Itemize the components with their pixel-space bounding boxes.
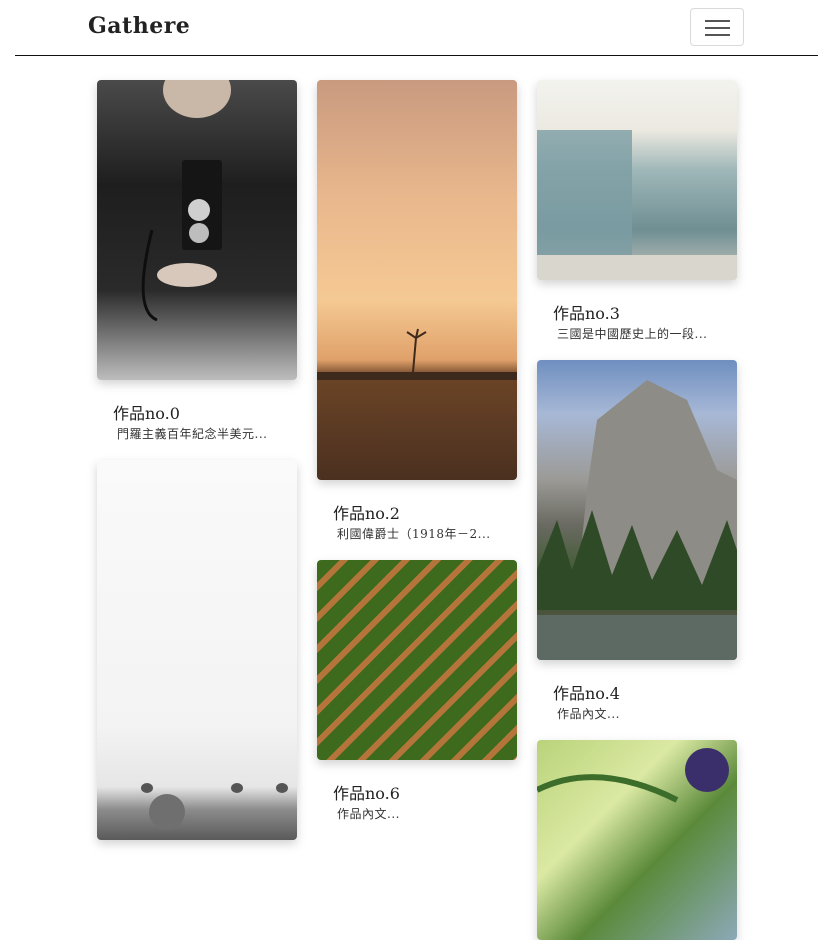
gallery-card-0[interactable]: 作品no.0 門羅主義百年紀念半美元... xyxy=(97,80,297,450)
card-description: 作品內文... xyxy=(557,707,620,721)
building-illustration xyxy=(537,130,737,280)
gallery-card-2[interactable]: 作品no.2 利國偉爵士（1918年－2... xyxy=(317,80,517,550)
card-title[interactable]: 作品no.6 xyxy=(333,780,400,804)
navbar-toggle-button[interactable] xyxy=(690,8,744,46)
hamburger-line xyxy=(705,27,730,29)
card-description: 作品內文... xyxy=(337,807,400,821)
card-description: 門羅主義百年紀念半美元... xyxy=(117,427,268,441)
palm-trees-illustration xyxy=(317,328,517,380)
crop-field-photo[interactable] xyxy=(317,560,517,760)
leaf-photo[interactable] xyxy=(537,740,737,940)
hay-bale-illustration xyxy=(141,783,288,830)
hamburger-line xyxy=(705,20,730,22)
camera-illustration xyxy=(141,80,231,322)
leaf-illustration xyxy=(537,748,729,803)
gallery-card-5[interactable] xyxy=(97,460,297,840)
mountain-illustration xyxy=(537,380,737,660)
card-title[interactable]: 作品no.2 xyxy=(333,500,400,524)
gallery-card-4[interactable]: 作品no.4 作品內文... xyxy=(537,360,737,730)
hamburger-line xyxy=(705,34,730,36)
sunset-photo[interactable] xyxy=(317,80,517,480)
card-title[interactable]: 作品no.4 xyxy=(553,680,620,704)
snow-field-photo[interactable] xyxy=(97,460,297,840)
card-description: 三國是中國歷史上的一段... xyxy=(557,327,708,341)
gallery-card-7[interactable] xyxy=(537,740,737,940)
camera-photo[interactable] xyxy=(97,80,297,380)
card-title[interactable]: 作品no.3 xyxy=(553,300,620,324)
card-description: 利國偉爵士（1918年－2... xyxy=(337,527,491,541)
gallery-card-3[interactable]: 作品no.3 三國是中國歷史上的一段... xyxy=(537,80,737,350)
beach-building-photo[interactable] xyxy=(537,80,737,280)
card-title[interactable]: 作品no.0 xyxy=(113,400,180,424)
gallery-card-6[interactable]: 作品no.6 作品內文... xyxy=(317,560,517,833)
mountain-photo[interactable] xyxy=(537,360,737,660)
brand-logo[interactable]: Gathere xyxy=(88,13,190,39)
navbar: Gathere xyxy=(15,0,818,56)
